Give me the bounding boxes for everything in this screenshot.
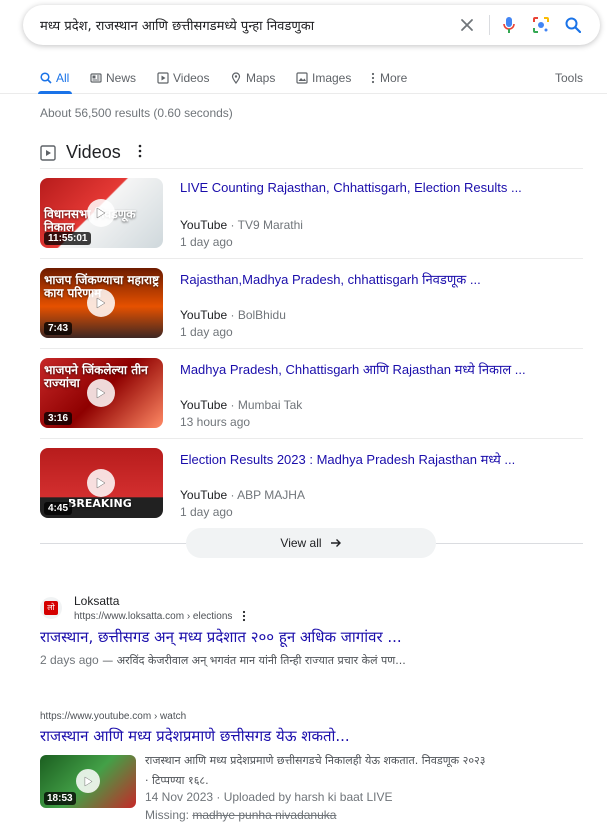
video-title[interactable]: Madhya Pradesh, Chhattisgarh आणि Rajasth… [180,360,580,378]
tools-label: Tools [555,71,584,85]
video-duration: 4:45 [44,502,73,515]
search-icon [40,72,52,84]
result-title[interactable]: राजस्थान, छत्तीसगड अन् मध्य प्रदेशात २००… [40,627,402,647]
result-snippet: राजस्थान आणि मध्य प्रदेशप्रमाणे छत्तीसगड… [145,751,555,791]
news-icon [90,73,102,83]
video-result[interactable]: BREAKING 4:45 Election Results 2023 : Ma… [40,438,583,528]
tab-all[interactable]: All [40,67,69,89]
video-duration: 7:43 [44,322,73,335]
video-result[interactable]: भाजप जिंकण्याचा महाराष्ट्र काय परिणाम 7:… [40,258,583,348]
clear-icon[interactable] [457,15,477,35]
video-title[interactable]: Election Results 2023 : Madhya Pradesh R… [180,450,580,468]
site-url[interactable]: https://www.youtube.com › watch [40,711,186,722]
tab-news[interactable]: News [90,67,136,89]
tools-button[interactable]: Tools [555,67,583,89]
video-source: YouTube [180,308,228,322]
search-input[interactable] [40,5,450,45]
video-meta: YouTube · ABP MAJHA [180,488,305,502]
video-channel: BolBhidu [237,308,286,322]
play-icon [87,379,115,407]
video-source: YouTube [180,488,228,502]
result-title[interactable]: राजस्थान आणि मध्य प्रदेशप्रमाणे छत्तीसगड… [40,726,350,746]
video-icon [157,72,169,84]
missing-label: Missing: [145,808,193,822]
microphone-icon[interactable] [499,15,519,35]
image-icon [296,72,308,84]
video-duration: 3:16 [44,412,73,425]
play-icon [87,199,115,227]
video-channel: ABP MAJHA [237,488,305,502]
video-time: 1 day ago [180,325,233,339]
video-thumbnail[interactable]: 18:53 [40,755,136,808]
result-stats: About 56,500 results (0.60 seconds) [40,106,233,120]
lens-icon[interactable] [531,15,551,35]
videos-header: Videos [40,142,121,163]
play-icon [87,289,115,317]
video-source: YouTube [180,218,228,232]
video-channel: TV9 Marathi [237,218,303,232]
video-thumbnail[interactable]: भाजप जिंकण्याचा महाराष्ट्र काय परिणाम 7:… [40,268,163,338]
video-thumbnail[interactable]: BREAKING 4:45 [40,448,163,518]
tab-label: News [106,71,137,85]
video-thumbnail[interactable]: विधानसभा निवडणूक निकाल 11:55:01 [40,178,163,248]
site-url[interactable]: https://www.loksatta.com › elections [74,611,232,622]
snippet-line: · टिप्पण्या १६८. [145,774,209,787]
tab-images[interactable]: Images [296,67,351,89]
tab-videos[interactable]: Videos [157,67,209,89]
active-tab-indicator [38,91,72,94]
video-title[interactable]: LIVE Counting Rajasthan, Chhattisgarh, E… [180,180,580,195]
video-title[interactable]: Rajasthan,Madhya Pradesh, chhattisgarh न… [180,270,580,288]
snippet-text: — अरविंद केजरीवाल अन् भगवंत मान यांनी ति… [98,654,406,667]
video-time: 1 day ago [180,235,233,249]
video-meta: YouTube · BolBhidu [180,308,286,322]
videos-more-options-icon[interactable] [137,144,143,163]
video-time: 1 day ago [180,505,233,519]
video-source: YouTube [180,398,228,412]
video-meta: YouTube · TV9 Marathi [180,218,303,232]
thumbnail-text: BREAKING [68,497,132,510]
tab-label: More [380,71,408,85]
missing-terms: Missing: madhye punha nivadanuka [145,808,336,822]
tab-maps[interactable]: Maps [230,67,275,89]
view-all-label: View all [280,536,322,550]
dots-vertical-icon [371,72,375,84]
video-duration: 11:55:01 [44,232,92,245]
videos-section-title: Videos [66,142,121,162]
tab-label: Videos [173,71,210,85]
tab-more[interactable]: More [370,67,407,89]
video-thumbnail[interactable]: भाजपने जिंकलेल्या तीन राज्यांचा 3:16 [40,358,163,428]
video-meta: 14 Nov 2023 · Uploaded by harsh ki baat … [145,790,393,804]
result-snippet: 2 days ago — अरविंद केजरीवाल अन् भगवंत म… [40,653,406,668]
snippet-line: राजस्थान आणि मध्य प्रदेशप्रमाणे छत्तीसगड… [145,754,486,767]
video-result[interactable]: विधानसभा निवडणूक निकाल 11:55:01 LIVE Cou… [40,168,583,258]
search-submit-icon[interactable] [563,15,583,35]
view-all-button[interactable]: View all [186,528,436,558]
result-date: 2 days ago [40,653,99,667]
search-bar[interactable] [23,5,600,45]
loksatta-favicon: लो [40,597,62,619]
search-tabs: All News Videos Maps Images More Tools [0,60,607,94]
map-pin-icon [231,72,241,84]
video-section-icon [40,144,56,161]
video-meta: YouTube · Mumbai Tak [180,398,303,412]
video-time: 13 hours ago [180,415,251,429]
video-result[interactable]: भाजपने जिंकलेल्या तीन राज्यांचा 3:16 Mad… [40,348,583,438]
missing-terms-text: madhye punha nivadanuka [192,808,337,822]
tab-label: Images [312,71,352,85]
arrow-right-icon [330,539,341,547]
site-name[interactable]: Loksatta [74,594,119,608]
play-icon [76,769,100,793]
tab-label: Maps [246,71,276,85]
video-channel: Mumbai Tak [237,398,303,412]
result-options-icon[interactable] [241,609,247,627]
video-duration: 18:53 [44,792,76,805]
search-divider [489,15,490,35]
tab-label: All [56,71,70,85]
play-icon [87,469,115,497]
